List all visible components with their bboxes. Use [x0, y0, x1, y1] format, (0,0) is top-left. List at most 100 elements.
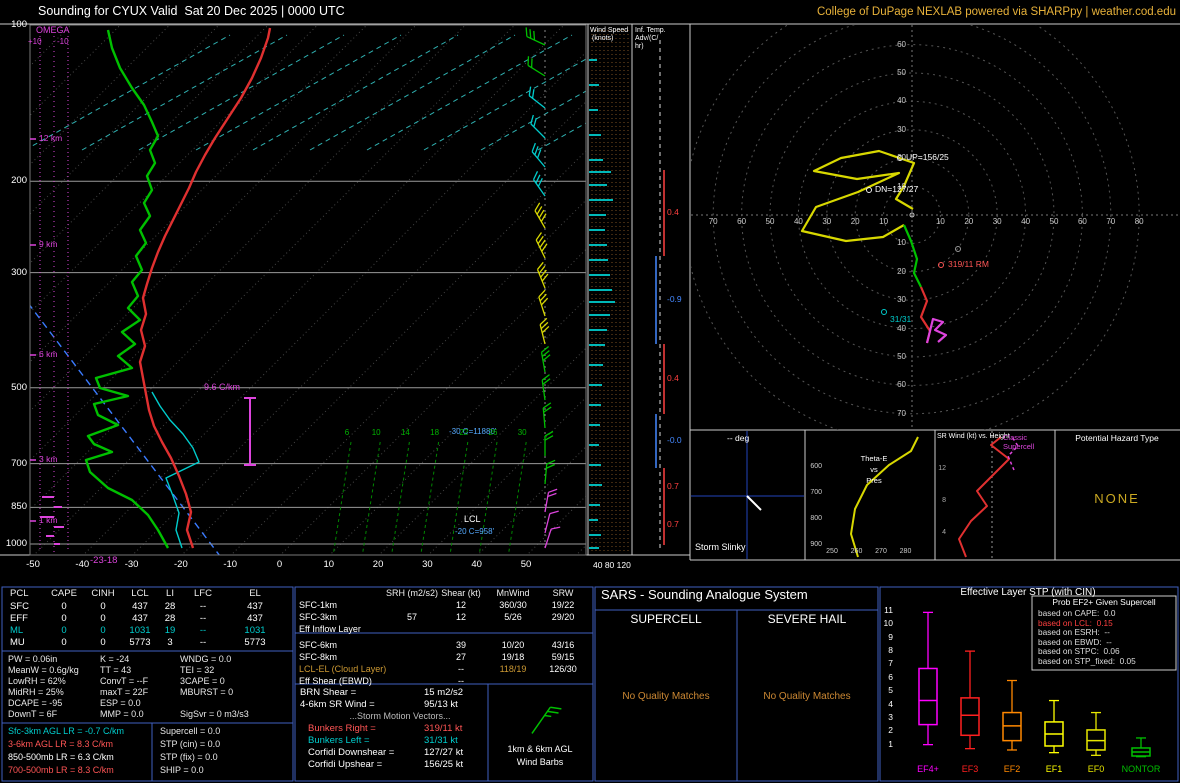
kin-cell: 29/20	[551, 612, 575, 622]
stp-legend-row: based on CAPE: 0.0	[1038, 608, 1116, 618]
parcel-cell: 437	[132, 601, 148, 612]
stat-value: PW = 0.06in	[8, 654, 58, 664]
srwind-ytick: 12	[938, 465, 946, 472]
hodo-axis-tick: 70	[708, 217, 718, 226]
stp-legend-row: based on STP_fixed: 0.05	[1038, 655, 1136, 666]
kin-cell: 19/22	[551, 600, 575, 610]
parcel-cell: 5773	[129, 637, 151, 648]
lapse-rate-value: 3-6km AGL LR = 8.3 C/km	[8, 739, 113, 749]
stat-value: LowRH = 62%	[8, 676, 66, 686]
stat-value: MMP = 0.0	[100, 709, 144, 719]
parcel-col-header: CAPE	[51, 588, 77, 599]
parcel-col-header: LCL	[131, 588, 149, 599]
moist-adiabat-label: 6	[344, 428, 350, 437]
thetae-ytick: 900	[810, 541, 822, 548]
srwind-ytick: 4	[942, 529, 946, 536]
parcel-cell: 0	[61, 637, 67, 648]
kin-cell: 12	[455, 612, 467, 622]
stp-ytick: 6	[888, 671, 893, 682]
hodo-axis-tick: 40	[897, 323, 906, 333]
kin-col-header: Shear (kt)	[441, 588, 481, 598]
composite-index-value: STP (cin) = 0.0	[160, 739, 221, 749]
temp-tick: 40	[471, 559, 482, 570]
moist-adiabat-label: 30	[517, 428, 527, 437]
temp-adv-value: 0.7	[667, 480, 679, 491]
hodo-axis-tick: 30	[992, 217, 1002, 226]
hodo-axis-tick: 60	[737, 217, 747, 226]
temp-tick: 10	[323, 559, 335, 570]
hodo-axis-tick: 50	[897, 352, 906, 361]
moist-adiabat-label: 26	[488, 428, 498, 437]
thetae-xtick: 270	[875, 548, 887, 555]
lapse-rate-value: Sfc-3km AGL LR = -0.7 C/km	[8, 726, 124, 736]
kin-col-header: SRW	[552, 588, 574, 598]
hodo-axis-tick: 40	[897, 96, 906, 106]
hodo-axis-tick: 20	[897, 153, 906, 163]
storm-motion-value: 31/31 kt	[424, 735, 458, 746]
parcel-row-label: SFC	[10, 601, 29, 612]
stat-value: WNDG = 0.0	[180, 654, 232, 664]
hodo-axis-tick: 40	[793, 217, 803, 226]
temp-adv-value: -0.9	[667, 294, 682, 304]
stat-value: MBURST = 0	[180, 687, 234, 697]
hodo-axis-tick: 30	[897, 124, 906, 134]
pressure-tick: 200	[11, 175, 27, 187]
composite-index-value: Supercell = 0.0	[160, 726, 221, 736]
height-tick: 12 km	[39, 133, 63, 143]
hodo-axis-tick: 30	[822, 217, 832, 226]
moist-adiabat-label: 22	[459, 428, 469, 437]
hodo-axis-tick: 10	[935, 217, 945, 226]
stp-ytick: 11	[884, 605, 893, 616]
stat-value: SigSvr = 0 m3/s3	[180, 709, 249, 719]
storm-motion-value: 319/11 kt	[424, 723, 463, 734]
pressure-tick: 1000	[5, 538, 27, 549]
stat-value: TT = 43	[100, 665, 132, 675]
kin-row-label: SFC-6km	[299, 640, 337, 650]
parcel-cell: 0	[61, 601, 67, 612]
parcel-cell: 1031	[129, 625, 151, 636]
temp-tick: -10	[223, 559, 238, 570]
stp-category-label: NONTOR	[1121, 764, 1161, 774]
hodo-axis-tick: 10	[879, 217, 889, 226]
hodo-axis-tick: 50	[765, 217, 775, 226]
pressure-tick: 850	[11, 501, 27, 513]
thetae-ytick: 700	[810, 489, 822, 496]
lapse-rate-value: 700-500mb LR = 8.3 C/km	[8, 765, 114, 775]
hodo-axis-tick: 60	[897, 380, 906, 390]
pressure-tick: 700	[11, 457, 27, 469]
kin-row-label: LCL-EL (Cloud Layer)	[299, 664, 387, 674]
hodo-axis-tick: 40	[1021, 217, 1031, 226]
kin-cell: 57	[406, 612, 418, 622]
kin-cell: 10/20	[501, 640, 525, 650]
hodo-axis-tick: 50	[897, 68, 906, 77]
kin-cell: 126/30	[549, 664, 577, 674]
kin-col-header: MnWind	[496, 588, 530, 598]
hodo-axis-tick: 60	[897, 39, 906, 49]
hodo-axis-tick: 80	[1134, 217, 1144, 226]
thetae-xtick: 260	[850, 548, 863, 555]
kin-row-label: SFC-3km	[299, 612, 337, 622]
kin-cell: 5/26	[504, 612, 522, 622]
temp-tick: -20	[174, 559, 188, 570]
stp-ytick: 3	[888, 711, 893, 722]
stat-value: MidRH = 25%	[8, 687, 64, 697]
height-tick: 3 km	[39, 454, 58, 464]
hodo-axis-tick: 20	[964, 217, 974, 226]
stat-value: maxT = 22F	[100, 687, 149, 697]
parcel-cell: 0	[100, 601, 106, 612]
lapse-rate-value: 850-500mb LR = 6.3 C/km	[8, 752, 114, 762]
stp-category-label: EF1	[1045, 764, 1063, 774]
stp-ytick: 4	[888, 698, 893, 709]
stat-value: ConvT = --F	[100, 676, 149, 686]
parcel-cell: 3	[167, 637, 173, 648]
temp-adv-value: 0.4	[667, 207, 679, 217]
parcel-col-header: EL	[249, 588, 261, 599]
kin-cell: --	[458, 664, 464, 674]
parcel-cell: 0	[61, 613, 67, 624]
temp-tick: 30	[422, 559, 433, 570]
storm-motion-label: Bunkers Left =	[308, 735, 370, 746]
storm-motion-value: 127/27 kt	[424, 747, 464, 758]
kin-col-header: SRH (m2/s2)	[385, 588, 439, 598]
parcel-cell: 1031	[244, 625, 266, 636]
kin-cell: 39	[455, 640, 467, 650]
